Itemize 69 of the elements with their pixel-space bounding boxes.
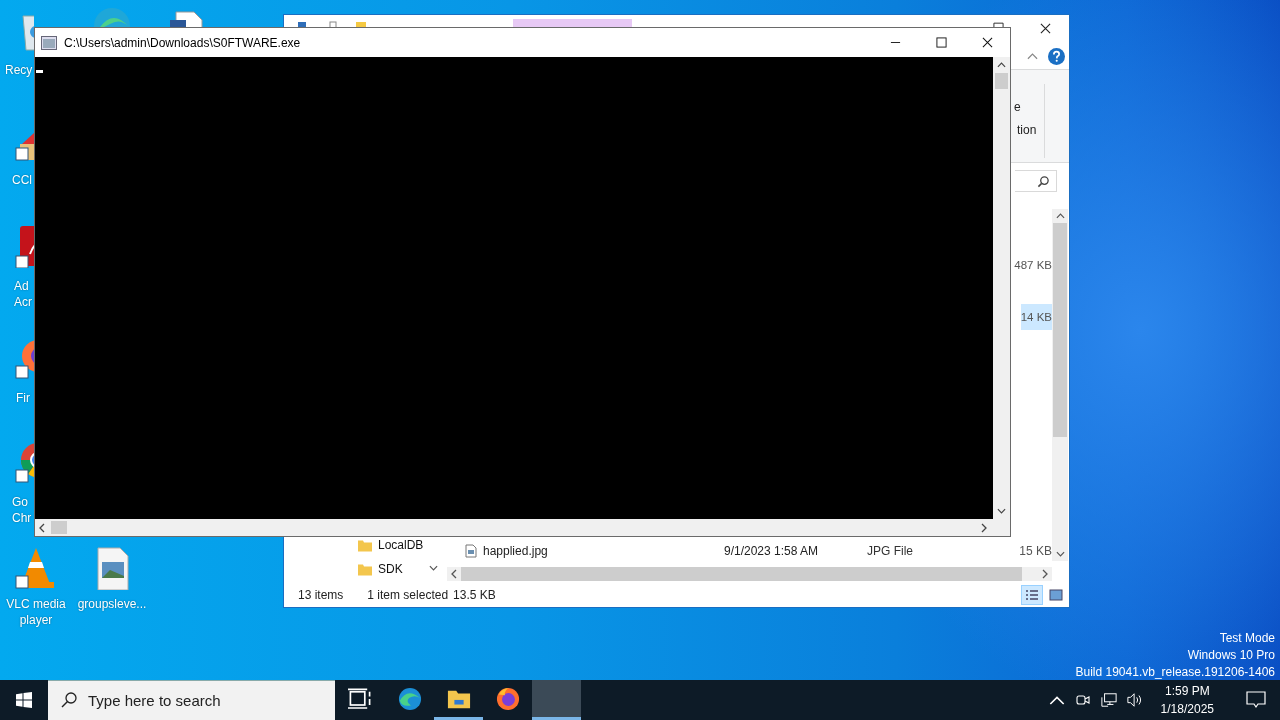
- folder-item[interactable]: SDK: [358, 563, 403, 576]
- browser-icon: [495, 686, 520, 711]
- search-field[interactable]: Type here to search: [48, 680, 335, 720]
- scroll-up-icon[interactable]: [1055, 213, 1065, 219]
- file-size: 15 KB: [1018, 544, 1052, 558]
- console-icon: [41, 35, 57, 50]
- notification-icon[interactable]: [1246, 691, 1266, 709]
- selection-size: 13.5 KB: [453, 588, 496, 602]
- ribbon-label: tion: [1016, 122, 1038, 139]
- scroll-right-icon[interactable]: [1042, 569, 1048, 579]
- selection-status: 1 item selected: [367, 588, 449, 602]
- desktop-icon-label: Chr: [12, 510, 32, 526]
- browser-icon: [397, 686, 422, 711]
- scroll-down-icon[interactable]: [1055, 551, 1065, 557]
- large-icons-icon: [1049, 589, 1063, 601]
- camera-icon[interactable]: [1074, 692, 1091, 708]
- close-icon[interactable]: [1040, 23, 1051, 34]
- search-field[interactable]: [1015, 170, 1057, 192]
- desktop-icon-label: CCl: [12, 172, 32, 188]
- scroll-thumb[interactable]: [51, 521, 67, 534]
- task-view-icon: [348, 686, 372, 711]
- horizontal-scrollbar[interactable]: [447, 567, 1052, 581]
- close-icon: [981, 37, 993, 48]
- scroll-right-icon[interactable]: [981, 522, 987, 533]
- file-date: 9/1/2023 1:58 AM: [724, 544, 819, 558]
- desktop-icon-label: Recy: [5, 62, 33, 78]
- desktop-icon-label: Go: [12, 494, 29, 510]
- file-name: happlied.jpg: [483, 544, 548, 558]
- vertical-scrollbar[interactable]: [1052, 209, 1068, 561]
- ribbon-label: e: [1014, 99, 1022, 116]
- maximize-icon: [935, 37, 947, 48]
- scroll-left-icon[interactable]: [451, 569, 457, 579]
- scroll-up-icon[interactable]: [997, 62, 1006, 68]
- console-taskbar-button[interactable]: [532, 680, 581, 720]
- scroll-left-icon[interactable]: [39, 522, 45, 533]
- details-view-button[interactable]: [1021, 585, 1043, 605]
- file-size[interactable]: 487 KB: [1014, 252, 1052, 278]
- file-size[interactable]: 14 KB: [1020, 304, 1052, 330]
- desktop-icon-label: VLC media: [6, 596, 66, 612]
- help-icon[interactable]: [1048, 47, 1065, 65]
- collapse-ribbon-icon[interactable]: [1027, 52, 1038, 60]
- scroll-down-icon[interactable]: [428, 565, 438, 571]
- folder-icon: [358, 563, 372, 576]
- file-type: JPG File: [867, 544, 913, 558]
- desktop-icon-label: Fir: [16, 390, 30, 406]
- window-title: C:\Users\admin\Downloads\S0FTWARE.exe: [64, 35, 301, 50]
- scroll-down-icon[interactable]: [997, 508, 1006, 514]
- folder-icon: [358, 539, 372, 552]
- scroll-thumb[interactable]: [995, 73, 1008, 89]
- vertical-scrollbar[interactable]: [993, 57, 1010, 519]
- file-row[interactable]: happlied.jpg 9/1/2023 1:58 AM JPG File 15 KB: [447, 538, 1052, 564]
- system-notice: Test Mode: [1219, 630, 1275, 647]
- maximize-icon[interactable]: [993, 22, 1004, 28]
- details-list-icon: [1025, 589, 1039, 601]
- image-file-icon: [465, 544, 477, 558]
- windows-logo-icon: [16, 692, 32, 708]
- desktop-icon-label: Acr: [14, 294, 32, 310]
- clock[interactable]: 1:59 PM 1/18/2025: [1152, 682, 1222, 718]
- search-icon: [61, 692, 77, 708]
- desktop-icon-label: Ad: [14, 278, 30, 294]
- network-icon[interactable]: [1100, 692, 1117, 708]
- volume-icon[interactable]: [1126, 692, 1143, 708]
- search-icon: [1037, 174, 1050, 188]
- desktop-icon-label: player: [19, 612, 53, 628]
- item-count: 13 items: [298, 588, 344, 602]
- system-notice: Build 19041.vb_release.191206-1406: [1075, 664, 1275, 681]
- system-notice: Windows 10 Pro: [1187, 647, 1275, 664]
- desktop-icon-label: groupsleve...: [77, 596, 147, 612]
- folder-item[interactable]: LocalDB: [358, 539, 424, 552]
